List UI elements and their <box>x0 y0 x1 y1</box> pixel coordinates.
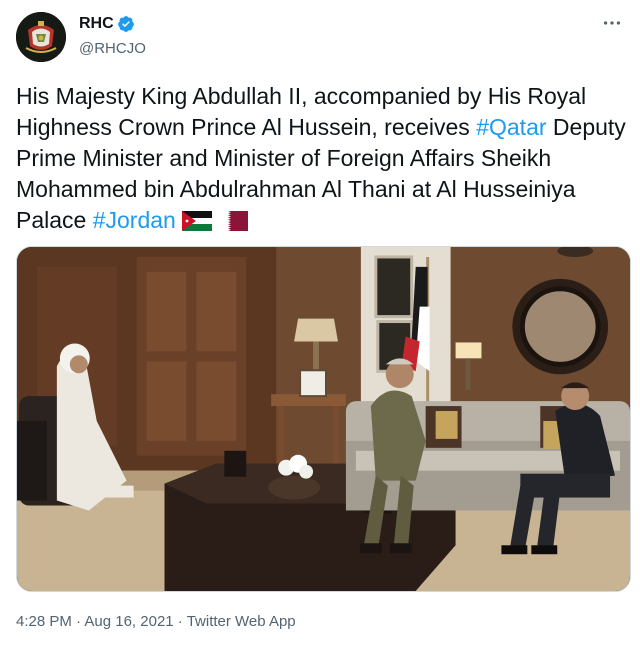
jordan-flag-icon <box>181 211 212 231</box>
tweet-header: RHC @RHCJO <box>16 12 624 62</box>
author-handle[interactable]: @RHCJO <box>79 39 146 59</box>
tweet-meta: 4:28 PM · Aug 16, 2021 · Twitter Web App <box>16 612 296 632</box>
meeting-photo-icon <box>17 247 630 591</box>
qatar-flag-icon <box>217 211 248 231</box>
author-names: RHC @RHCJO <box>79 14 146 59</box>
tweet-source: Twitter Web App <box>186 613 296 630</box>
tweet-time[interactable]: 4:28 PM <box>16 613 72 630</box>
verified-badge-icon[interactable] <box>117 15 135 33</box>
meta-separator-2: · <box>173 613 187 630</box>
hashtag-qatar[interactable]: #Qatar <box>476 114 546 140</box>
avatar[interactable] <box>16 12 66 62</box>
display-name-row: RHC <box>79 14 146 34</box>
meta-separator-1: · <box>71 613 85 630</box>
royal-coat-of-arms-icon <box>16 12 66 62</box>
display-name[interactable]: RHC <box>79 14 114 34</box>
tweet-text: His Majesty King Abdullah II, accompanie… <box>16 81 626 236</box>
ellipsis-icon[interactable] <box>600 12 624 36</box>
hashtag-jordan[interactable]: #Jordan <box>93 207 176 233</box>
tweet-date[interactable]: Aug 16, 2021 <box>84 613 173 630</box>
tweet-photo[interactable] <box>16 246 631 592</box>
